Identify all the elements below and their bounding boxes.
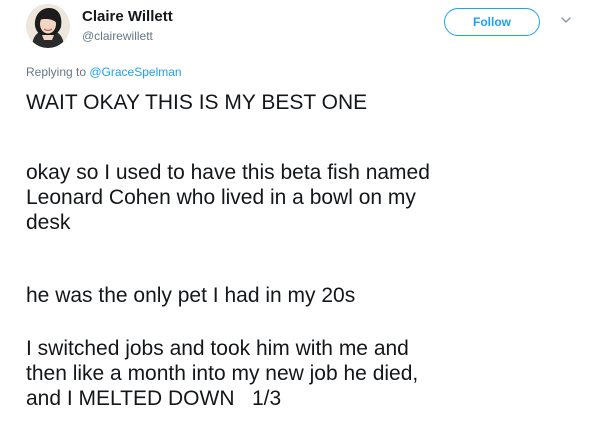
avatar[interactable] [26,4,70,48]
reply-context-prefix: Replying to [26,65,90,79]
tweet-paragraph: okay so I used to have this beta fish na… [26,161,430,234]
follow-button[interactable]: Follow [444,8,540,36]
tweet-paragraph: WAIT OKAY THIS IS MY BEST ONE [26,91,368,114]
profile-photo-icon [26,4,70,48]
author-display-name[interactable]: Claire Willett [82,8,173,26]
tweet-paragraph: I switched jobs and took him with me and… [26,337,419,410]
reply-context: Replying to @GraceSpelman [26,65,182,79]
tweet-header: Claire Willett @clairewillett Follow [26,4,586,48]
tweet-paragraph: he was the only pet I had in my 20s [26,284,356,307]
chevron-down-icon[interactable] [560,14,572,26]
follow-button-label: Follow [473,15,511,29]
author-block: Claire Willett @clairewillett [82,8,173,44]
reply-mention-link[interactable]: @GraceSpelman [89,65,181,79]
author-handle[interactable]: @clairewillett [82,28,173,44]
tweet-card: Claire Willett @clairewillett Follow Rep… [0,0,596,439]
